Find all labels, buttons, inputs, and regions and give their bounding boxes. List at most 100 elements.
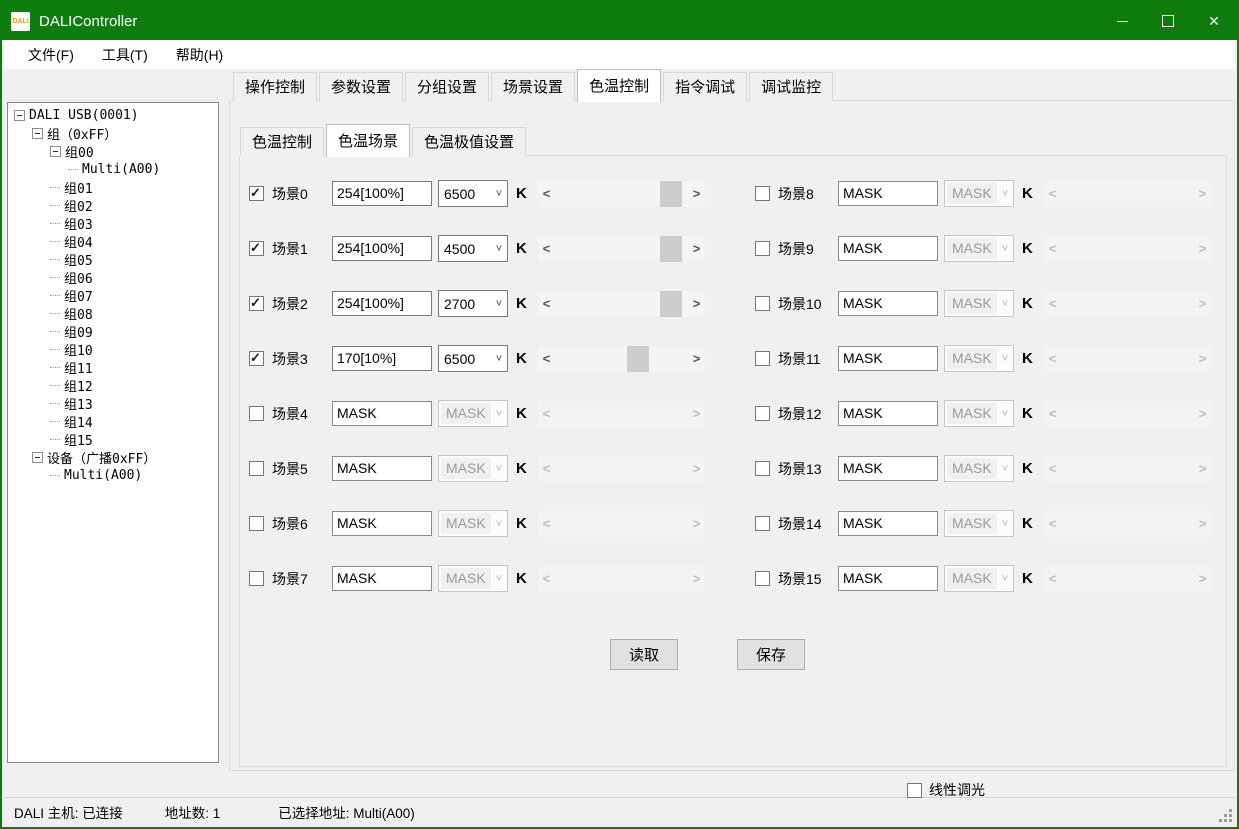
- scene-kelvin-scrollbar[interactable]: < >: [1044, 291, 1211, 317]
- scroll-left-icon[interactable]: <: [1044, 401, 1061, 427]
- scene-checkbox[interactable]: [755, 296, 770, 311]
- scene-level-input[interactable]: MASK: [838, 456, 938, 481]
- tree-item[interactable]: 组14: [8, 412, 218, 430]
- tab-色温极值设置[interactable]: 色温极值设置: [412, 127, 526, 156]
- scroll-right-icon[interactable]: >: [688, 181, 705, 207]
- tree-item[interactable]: 组（0xFF）: [8, 124, 218, 142]
- scene-kelvin-dropdown[interactable]: MASK ˅: [438, 400, 508, 427]
- scene-level-input[interactable]: MASK: [332, 456, 432, 481]
- scene-kelvin-dropdown[interactable]: MASK ˅: [944, 235, 1014, 262]
- tab-调试监控[interactable]: 调试监控: [749, 72, 833, 101]
- tree-item[interactable]: Multi(A00): [8, 160, 218, 178]
- scroll-right-icon[interactable]: >: [688, 566, 705, 592]
- scene-checkbox[interactable]: [755, 571, 770, 586]
- scene-kelvin-scrollbar[interactable]: < >: [1044, 401, 1211, 427]
- scene-kelvin-scrollbar[interactable]: < >: [538, 456, 705, 482]
- tree-item[interactable]: 组10: [8, 340, 218, 358]
- scroll-left-icon[interactable]: <: [538, 511, 555, 537]
- scene-checkbox[interactable]: [249, 241, 264, 256]
- scene-kelvin-scrollbar[interactable]: < >: [1044, 456, 1211, 482]
- scroll-left-icon[interactable]: <: [1044, 291, 1061, 317]
- scroll-left-icon[interactable]: <: [538, 566, 555, 592]
- tree-item[interactable]: 组01: [8, 178, 218, 196]
- scene-level-input[interactable]: MASK: [838, 566, 938, 591]
- scene-kelvin-scrollbar[interactable]: < >: [538, 566, 705, 592]
- tab-色温场景[interactable]: 色温场景: [326, 124, 410, 157]
- scene-kelvin-dropdown[interactable]: MASK ˅: [944, 565, 1014, 592]
- minimize-button[interactable]: [1099, 2, 1145, 40]
- scene-level-input[interactable]: MASK: [838, 291, 938, 316]
- scene-kelvin-dropdown[interactable]: MASK ˅: [944, 345, 1014, 372]
- scroll-right-icon[interactable]: >: [1194, 566, 1211, 592]
- scene-kelvin-scrollbar[interactable]: < >: [538, 236, 705, 262]
- tree-collapse-icon[interactable]: [32, 452, 43, 463]
- scene-checkbox[interactable]: [249, 571, 264, 586]
- scene-kelvin-dropdown[interactable]: MASK ˅: [944, 510, 1014, 537]
- read-button[interactable]: 读取: [610, 639, 678, 670]
- scroll-left-icon[interactable]: <: [1044, 346, 1061, 372]
- scene-level-input[interactable]: MASK: [838, 346, 938, 371]
- linear-dimming-checkbox[interactable]: [907, 783, 922, 798]
- scene-kelvin-dropdown[interactable]: MASK ˅: [944, 290, 1014, 317]
- scroll-right-icon[interactable]: >: [1194, 346, 1211, 372]
- scene-kelvin-dropdown[interactable]: 6500 ˅: [438, 345, 508, 372]
- scene-checkbox[interactable]: [249, 461, 264, 476]
- scene-level-input[interactable]: 254[100%]: [332, 181, 432, 206]
- save-button[interactable]: 保存: [737, 639, 805, 670]
- scroll-right-icon[interactable]: >: [688, 401, 705, 427]
- scene-level-input[interactable]: MASK: [838, 236, 938, 261]
- scene-kelvin-dropdown[interactable]: 6500 ˅: [438, 180, 508, 207]
- scene-kelvin-scrollbar[interactable]: < >: [538, 346, 705, 372]
- tab-参数设置[interactable]: 参数设置: [319, 72, 403, 101]
- tab-操作控制[interactable]: 操作控制: [233, 72, 317, 101]
- tree-item[interactable]: 组07: [8, 286, 218, 304]
- scene-kelvin-scrollbar[interactable]: < >: [1044, 181, 1211, 207]
- scene-kelvin-scrollbar[interactable]: < >: [1044, 566, 1211, 592]
- scene-checkbox[interactable]: [249, 516, 264, 531]
- scene-checkbox[interactable]: [755, 241, 770, 256]
- tree-item[interactable]: 组08: [8, 304, 218, 322]
- resize-grip[interactable]: [1229, 819, 1232, 822]
- menu-item[interactable]: 工具(T): [88, 45, 162, 65]
- scene-kelvin-scrollbar[interactable]: < >: [538, 511, 705, 537]
- scene-level-input[interactable]: 254[100%]: [332, 236, 432, 261]
- scroll-right-icon[interactable]: >: [1194, 511, 1211, 537]
- scene-level-input[interactable]: MASK: [332, 511, 432, 536]
- menu-item[interactable]: 文件(F): [14, 45, 88, 65]
- tree-item[interactable]: 组09: [8, 322, 218, 340]
- scroll-left-icon[interactable]: <: [1044, 566, 1061, 592]
- scene-level-input[interactable]: MASK: [332, 566, 432, 591]
- scroll-left-icon[interactable]: <: [1044, 456, 1061, 482]
- scene-kelvin-scrollbar[interactable]: < >: [538, 181, 705, 207]
- scroll-right-icon[interactable]: >: [688, 236, 705, 262]
- scroll-right-icon[interactable]: >: [1194, 401, 1211, 427]
- tab-指令调试[interactable]: 指令调试: [663, 72, 747, 101]
- tree-item[interactable]: DALI USB(0001): [8, 106, 218, 124]
- scroll-right-icon[interactable]: >: [688, 456, 705, 482]
- tree-item[interactable]: 组05: [8, 250, 218, 268]
- tree-item[interactable]: 组03: [8, 214, 218, 232]
- scene-kelvin-scrollbar[interactable]: < >: [538, 401, 705, 427]
- scene-level-input[interactable]: MASK: [838, 401, 938, 426]
- scene-kelvin-dropdown[interactable]: 2700 ˅: [438, 290, 508, 317]
- scroll-left-icon[interactable]: <: [1044, 511, 1061, 537]
- tab-色温控制[interactable]: 色温控制: [577, 69, 661, 102]
- scene-kelvin-dropdown[interactable]: MASK ˅: [438, 565, 508, 592]
- scroll-right-icon[interactable]: >: [1194, 291, 1211, 317]
- tree-item[interactable]: 组15: [8, 430, 218, 448]
- scene-level-input[interactable]: MASK: [332, 401, 432, 426]
- scene-level-input[interactable]: MASK: [838, 511, 938, 536]
- scene-kelvin-dropdown[interactable]: MASK ˅: [944, 400, 1014, 427]
- scrollbar-thumb[interactable]: [660, 236, 682, 262]
- close-button[interactable]: ✕: [1191, 2, 1237, 40]
- scene-checkbox[interactable]: [755, 351, 770, 366]
- scroll-right-icon[interactable]: >: [688, 291, 705, 317]
- scene-kelvin-scrollbar[interactable]: < >: [1044, 511, 1211, 537]
- scroll-right-icon[interactable]: >: [1194, 181, 1211, 207]
- tree-item[interactable]: 组13: [8, 394, 218, 412]
- scroll-right-icon[interactable]: >: [688, 511, 705, 537]
- tab-场景设置[interactable]: 场景设置: [491, 72, 575, 101]
- scene-checkbox[interactable]: [755, 406, 770, 421]
- tree-item[interactable]: 组06: [8, 268, 218, 286]
- scene-kelvin-dropdown[interactable]: MASK ˅: [438, 455, 508, 482]
